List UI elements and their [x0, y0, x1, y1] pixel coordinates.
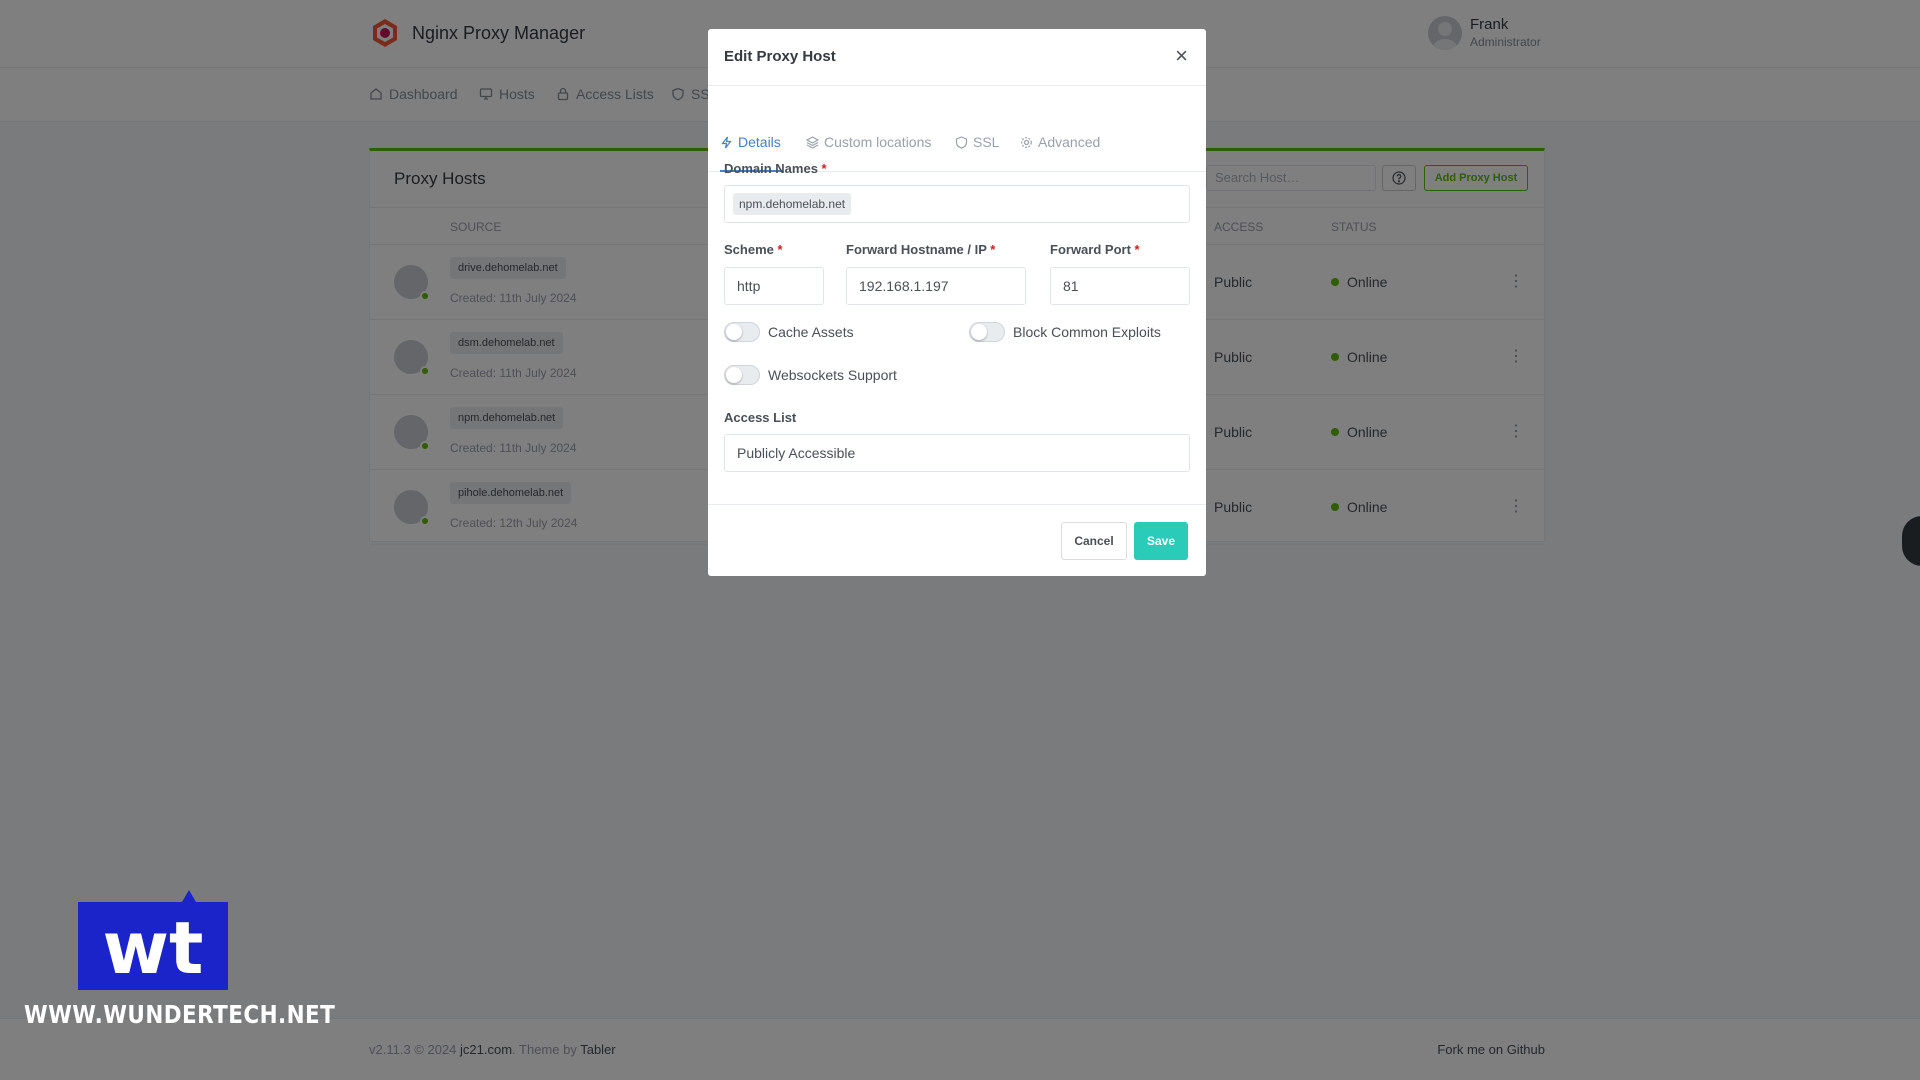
modal-header: Edit Proxy Host × — [708, 29, 1206, 86]
shield-icon — [955, 136, 968, 149]
toggle-switch[interactable] — [724, 322, 760, 342]
websockets-support-toggle[interactable]: Websockets Support — [724, 365, 897, 385]
modal-title: Edit Proxy Host — [724, 48, 836, 65]
tab-ssl[interactable]: SSL — [955, 134, 999, 172]
gear-icon — [1021, 137, 1032, 148]
bolt-icon — [721, 136, 732, 149]
scheme-label: Scheme * — [724, 242, 783, 257]
modal-footer: Cancel Save — [708, 504, 1206, 576]
domain-chip[interactable]: npm.dehomelab.net — [733, 193, 852, 215]
block-common-exploits-toggle[interactable]: Block Common Exploits — [969, 322, 1161, 342]
wundertech-logo: wt — [78, 890, 228, 990]
close-icon[interactable]: × — [1175, 43, 1188, 69]
tab-label: SSL — [973, 134, 1000, 150]
logo-text: wt — [103, 906, 204, 990]
tab-label: Details — [738, 134, 781, 150]
tab-label: Custom locations — [824, 134, 932, 150]
toggle-label: Cache Assets — [768, 324, 854, 340]
forward-hostname-input[interactable]: 192.168.1.197 — [846, 267, 1026, 305]
scheme-input[interactable]: http — [724, 267, 824, 305]
modal-tabs: Details Custom locations SSL Advanced — [708, 86, 1206, 172]
watermark-text: WWW.WUNDERTECH.NET — [24, 1000, 336, 1029]
forward-port-input[interactable]: 81 — [1050, 267, 1190, 305]
access-list-select[interactable]: Publicly Accessible — [724, 434, 1190, 472]
forward-port-label: Forward Port * — [1050, 242, 1140, 257]
domain-names-label: Domain Names * — [724, 161, 827, 176]
tab-advanced[interactable]: Advanced — [1020, 134, 1100, 172]
domain-names-input[interactable]: npm.dehomelab.net — [724, 185, 1190, 223]
toggle-label: Websockets Support — [768, 367, 897, 383]
toggle-switch[interactable] — [724, 365, 760, 385]
layers-icon — [806, 136, 819, 149]
save-button[interactable]: Save — [1134, 522, 1188, 560]
cancel-button[interactable]: Cancel — [1061, 522, 1127, 560]
edit-proxy-host-dialog: Edit Proxy Host × Details Custom locatio… — [708, 29, 1206, 576]
toggle-label: Block Common Exploits — [1013, 324, 1161, 340]
toggle-switch[interactable] — [969, 322, 1005, 342]
cache-assets-toggle[interactable]: Cache Assets — [724, 322, 854, 342]
tab-label: Advanced — [1038, 134, 1101, 150]
forward-hostname-label: Forward Hostname / IP * — [846, 242, 996, 257]
access-list-label: Access List — [724, 410, 797, 425]
